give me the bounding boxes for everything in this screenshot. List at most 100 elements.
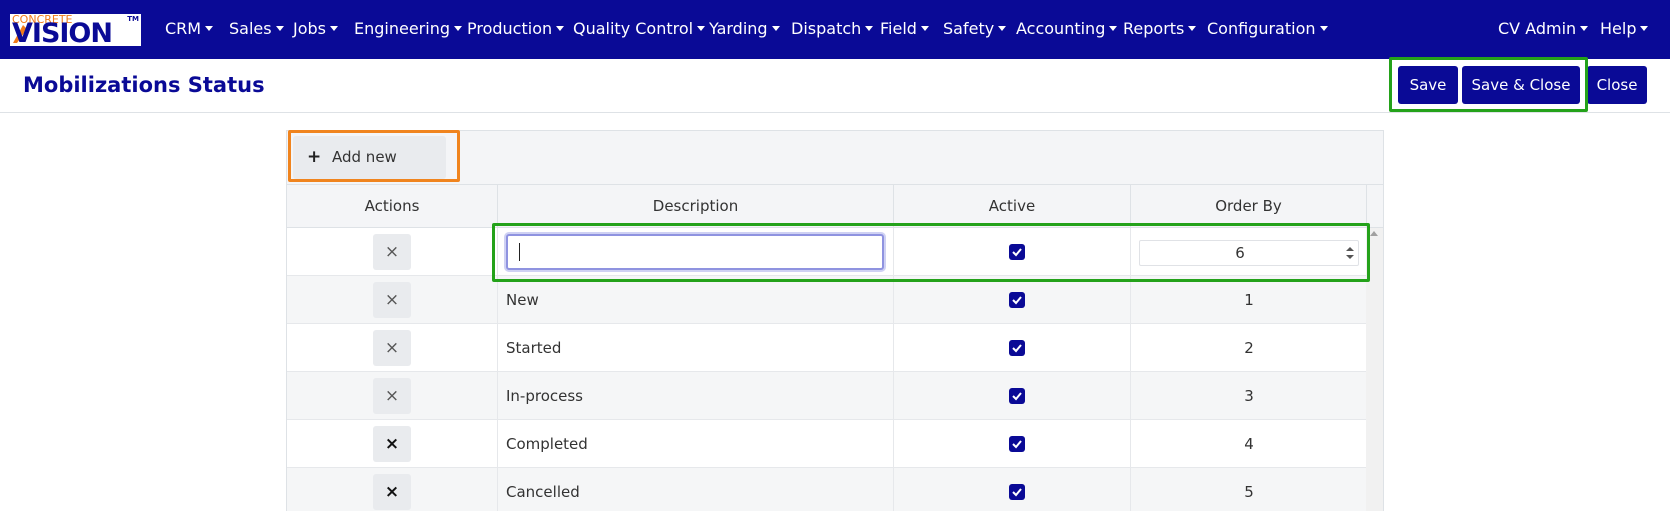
app-logo[interactable]: CONCRETE VISION TM — [10, 14, 141, 46]
check-icon — [1012, 344, 1022, 353]
nav-field[interactable]: Field — [880, 17, 929, 41]
table-row-new: × 6 — [287, 228, 1366, 276]
nav-label: Quality Control — [573, 19, 694, 38]
nav-user-menu[interactable]: CV Admin — [1498, 17, 1589, 41]
order-by-value: 1 — [1244, 291, 1254, 309]
description-cell[interactable]: In-process — [498, 372, 894, 420]
caret-down-icon — [275, 26, 284, 31]
actions-cell: × — [287, 468, 498, 511]
logo-tm: TM — [127, 15, 139, 23]
delete-row-button[interactable]: × — [373, 330, 411, 366]
caret-down-icon — [556, 26, 565, 31]
spinner-arrows-icon[interactable] — [1346, 245, 1354, 261]
column-header-order-by[interactable]: Order By — [1131, 185, 1367, 228]
column-header-active[interactable]: Active — [894, 185, 1131, 228]
active-checkbox[interactable] — [1009, 484, 1025, 500]
nav-quality-control[interactable]: Quality Control — [573, 17, 706, 41]
active-checkbox[interactable] — [1009, 388, 1025, 404]
caret-down-icon — [771, 26, 780, 31]
active-checkbox[interactable] — [1009, 244, 1025, 260]
order-cell[interactable]: 1 — [1131, 276, 1367, 324]
description-cell[interactable]: Started — [498, 324, 894, 372]
order-by-value: 4 — [1244, 435, 1254, 453]
active-cell — [894, 324, 1131, 372]
description-input[interactable] — [506, 234, 884, 270]
caret-down-icon — [1188, 26, 1197, 31]
nav-safety[interactable]: Safety — [943, 17, 1007, 41]
nav-label: Safety — [943, 19, 995, 38]
column-header-description[interactable]: Description — [498, 185, 894, 228]
scroll-up-arrow-icon[interactable] — [1370, 231, 1378, 236]
delete-row-button[interactable]: × — [373, 282, 411, 318]
order-cell[interactable]: 4 — [1131, 420, 1367, 468]
order-by-stepper[interactable]: 6 — [1139, 240, 1359, 266]
active-cell — [894, 372, 1131, 420]
description-cell — [498, 228, 894, 276]
text-cursor — [519, 243, 520, 261]
nav-label: Jobs — [293, 19, 326, 38]
nav-configuration[interactable]: Configuration — [1207, 17, 1328, 41]
delete-row-button[interactable]: × — [373, 378, 411, 414]
nav-yarding[interactable]: Yarding — [709, 17, 780, 41]
mobilizations-grid: + Add new record Actions Description Act… — [286, 130, 1384, 511]
order-cell[interactable]: 3 — [1131, 372, 1367, 420]
description-text: Cancelled — [506, 483, 580, 501]
caret-down-icon — [205, 26, 214, 31]
description-cell[interactable]: New — [498, 276, 894, 324]
caret-down-icon — [1319, 26, 1328, 31]
actions-cell: × — [287, 420, 498, 468]
grid-header: Actions Description Active Order By — [287, 185, 1383, 228]
description-cell[interactable]: Cancelled — [498, 468, 894, 511]
order-cell[interactable]: 5 — [1131, 468, 1367, 511]
nav-accounting[interactable]: Accounting — [1016, 17, 1118, 41]
nav-dispatch[interactable]: Dispatch — [791, 17, 874, 41]
nav-help[interactable]: Help — [1600, 17, 1649, 41]
table-row: × Cancelled 5 — [287, 468, 1366, 511]
nav-label: Accounting — [1016, 19, 1106, 38]
active-checkbox[interactable] — [1009, 340, 1025, 356]
nav-sales[interactable]: Sales — [229, 17, 284, 41]
nav-reports[interactable]: Reports — [1123, 17, 1197, 41]
column-header-actions[interactable]: Actions — [287, 185, 498, 228]
nav-jobs[interactable]: Jobs — [293, 17, 338, 41]
nav-label: CRM — [165, 19, 202, 38]
delete-row-button[interactable]: × — [373, 426, 411, 462]
top-navbar: CONCRETE VISION TM CRM Sales Jobs Engine… — [0, 0, 1670, 59]
caret-down-icon — [1580, 26, 1589, 31]
nav-label: Configuration — [1207, 19, 1316, 38]
delete-row-button[interactable]: × — [373, 234, 411, 270]
description-cell[interactable]: Completed — [498, 420, 894, 468]
active-checkbox[interactable] — [1009, 292, 1025, 308]
caret-down-icon — [697, 26, 706, 31]
order-by-value: 5 — [1244, 483, 1254, 501]
table-row: × In-process 3 — [287, 372, 1366, 420]
table-row: × Completed 4 — [287, 420, 1366, 468]
close-button[interactable]: Close — [1587, 66, 1647, 104]
save-button[interactable]: Save — [1398, 66, 1458, 104]
page-title: Mobilizations Status — [23, 73, 265, 97]
help-label: Help — [1600, 19, 1637, 38]
nav-engineering[interactable]: Engineering — [354, 17, 462, 41]
nav-label: Field — [880, 19, 917, 38]
nav-crm[interactable]: CRM — [165, 17, 214, 41]
add-new-record-button[interactable]: + Add new record — [293, 136, 446, 209]
logo-text-main: VISION — [12, 18, 113, 46]
page-header: Mobilizations Status Save Save & Close C… — [0, 57, 1670, 113]
description-text: Completed — [506, 435, 588, 453]
order-cell[interactable]: 2 — [1131, 324, 1367, 372]
nav-production[interactable]: Production — [467, 17, 565, 41]
order-cell: 6 — [1131, 228, 1367, 276]
save-close-button[interactable]: Save & Close — [1462, 66, 1580, 104]
grid-scrollbar[interactable] — [1366, 228, 1383, 511]
order-by-value: 3 — [1244, 387, 1254, 405]
nav-label: Engineering — [354, 19, 450, 38]
active-checkbox[interactable] — [1009, 436, 1025, 452]
actions-cell: × — [287, 324, 498, 372]
table-row: × New 1 — [287, 276, 1366, 324]
description-text: In-process — [506, 387, 583, 405]
check-icon — [1012, 440, 1022, 449]
grid-toolbar: + Add new record — [287, 131, 1383, 209]
delete-row-button[interactable]: × — [373, 474, 411, 510]
check-icon — [1012, 392, 1022, 401]
active-cell — [894, 228, 1131, 276]
